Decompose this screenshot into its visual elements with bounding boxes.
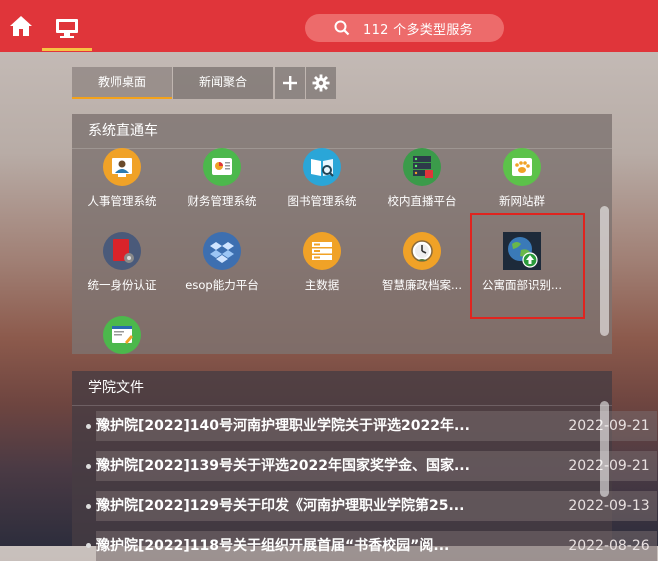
bullet [86, 424, 91, 429]
app-library[interactable]: 图书管理系统 [272, 148, 372, 209]
gear-icon [312, 74, 330, 92]
bullet [86, 464, 91, 469]
book-search-icon [303, 148, 341, 186]
selection-highlight [470, 213, 585, 319]
document-link[interactable]: 豫护院[2022]140号河南护理职业学院关于评选2022年... [96, 411, 561, 441]
live-server-icon [403, 148, 441, 186]
home-icon[interactable] [8, 14, 34, 38]
document-link[interactable]: 豫护院[2022]129号关于印发《河南护理职业学院第25... [96, 491, 561, 521]
app-label: 统一身份认证 [87, 278, 157, 292]
app-identity-auth[interactable]: 统一身份认证 [72, 232, 172, 293]
finance-chart-icon [203, 148, 241, 186]
document-date: 2022-09-13 [561, 491, 657, 521]
desktop-tabs: 教师桌面 新闻聚合 [72, 67, 336, 99]
document-date: 2022-09-21 [561, 451, 657, 481]
paw-icon [503, 148, 541, 186]
plus-icon [283, 76, 297, 90]
document-link[interactable]: 豫护院[2022]118号关于组织开展首届“书香校园”阅... [96, 531, 561, 561]
tab-news[interactable]: 新闻聚合 [173, 67, 273, 99]
personnel-icon [103, 148, 141, 186]
app-integrity-archive[interactable]: 智慧廉政档案... [372, 232, 472, 293]
app-master-data[interactable]: 主数据 [272, 232, 372, 293]
panel-title: 系统直通车 [88, 123, 158, 139]
top-bar: 112 个多类型服务 [0, 0, 658, 52]
panel-title: 学院文件 [88, 380, 144, 396]
app-live-platform[interactable]: 校内直播平台 [372, 148, 472, 209]
desktop-tab[interactable] [42, 8, 92, 50]
form-edit-icon [103, 316, 141, 354]
app-personnel[interactable]: 人事管理系统 [72, 148, 172, 209]
app-new-site-group[interactable]: 新网站群 [472, 148, 572, 209]
app-label: 新网站群 [499, 194, 545, 208]
settings-button[interactable] [306, 67, 336, 99]
document-link[interactable]: 豫护院[2022]139号关于评选2022年国家奖学金、国家... [96, 451, 561, 481]
app-form[interactable] [72, 316, 172, 354]
tab-teacher-desktop[interactable]: 教师桌面 [72, 67, 172, 99]
search-icon [334, 20, 350, 36]
app-label: 智慧廉政档案... [382, 278, 462, 292]
active-indicator [42, 48, 92, 51]
app-label: 校内直播平台 [387, 194, 457, 208]
database-icon [303, 232, 341, 270]
monitor-icon [56, 19, 78, 38]
scrollbar[interactable] [600, 206, 609, 336]
document-date: 2022-08-26 [561, 531, 657, 561]
app-label: esop能力平台 [185, 278, 259, 292]
app-label: 财务管理系统 [187, 194, 257, 208]
app-label: 人事管理系统 [87, 194, 157, 208]
add-tab-button[interactable] [275, 67, 305, 99]
scrollbar[interactable] [600, 401, 609, 497]
app-finance[interactable]: 财务管理系统 [172, 148, 272, 209]
bullet [86, 504, 91, 509]
college-documents-panel: 学院文件 豫护院[2022]140号河南护理职业学院关于评选2022年... 2… [72, 371, 657, 561]
app-esop-platform[interactable]: esop能力平台 [172, 232, 272, 293]
dropbox-icon [203, 232, 241, 270]
search-text: 112 个多类型服务 [363, 22, 473, 38]
identity-icon [103, 232, 141, 270]
app-label: 主数据 [304, 278, 340, 292]
document-date: 2022-09-21 [561, 411, 657, 441]
clock-archive-icon [403, 232, 441, 270]
search-bar[interactable]: 112 个多类型服务 [305, 14, 504, 42]
app-label: 图书管理系统 [287, 194, 357, 208]
divider [72, 405, 612, 406]
